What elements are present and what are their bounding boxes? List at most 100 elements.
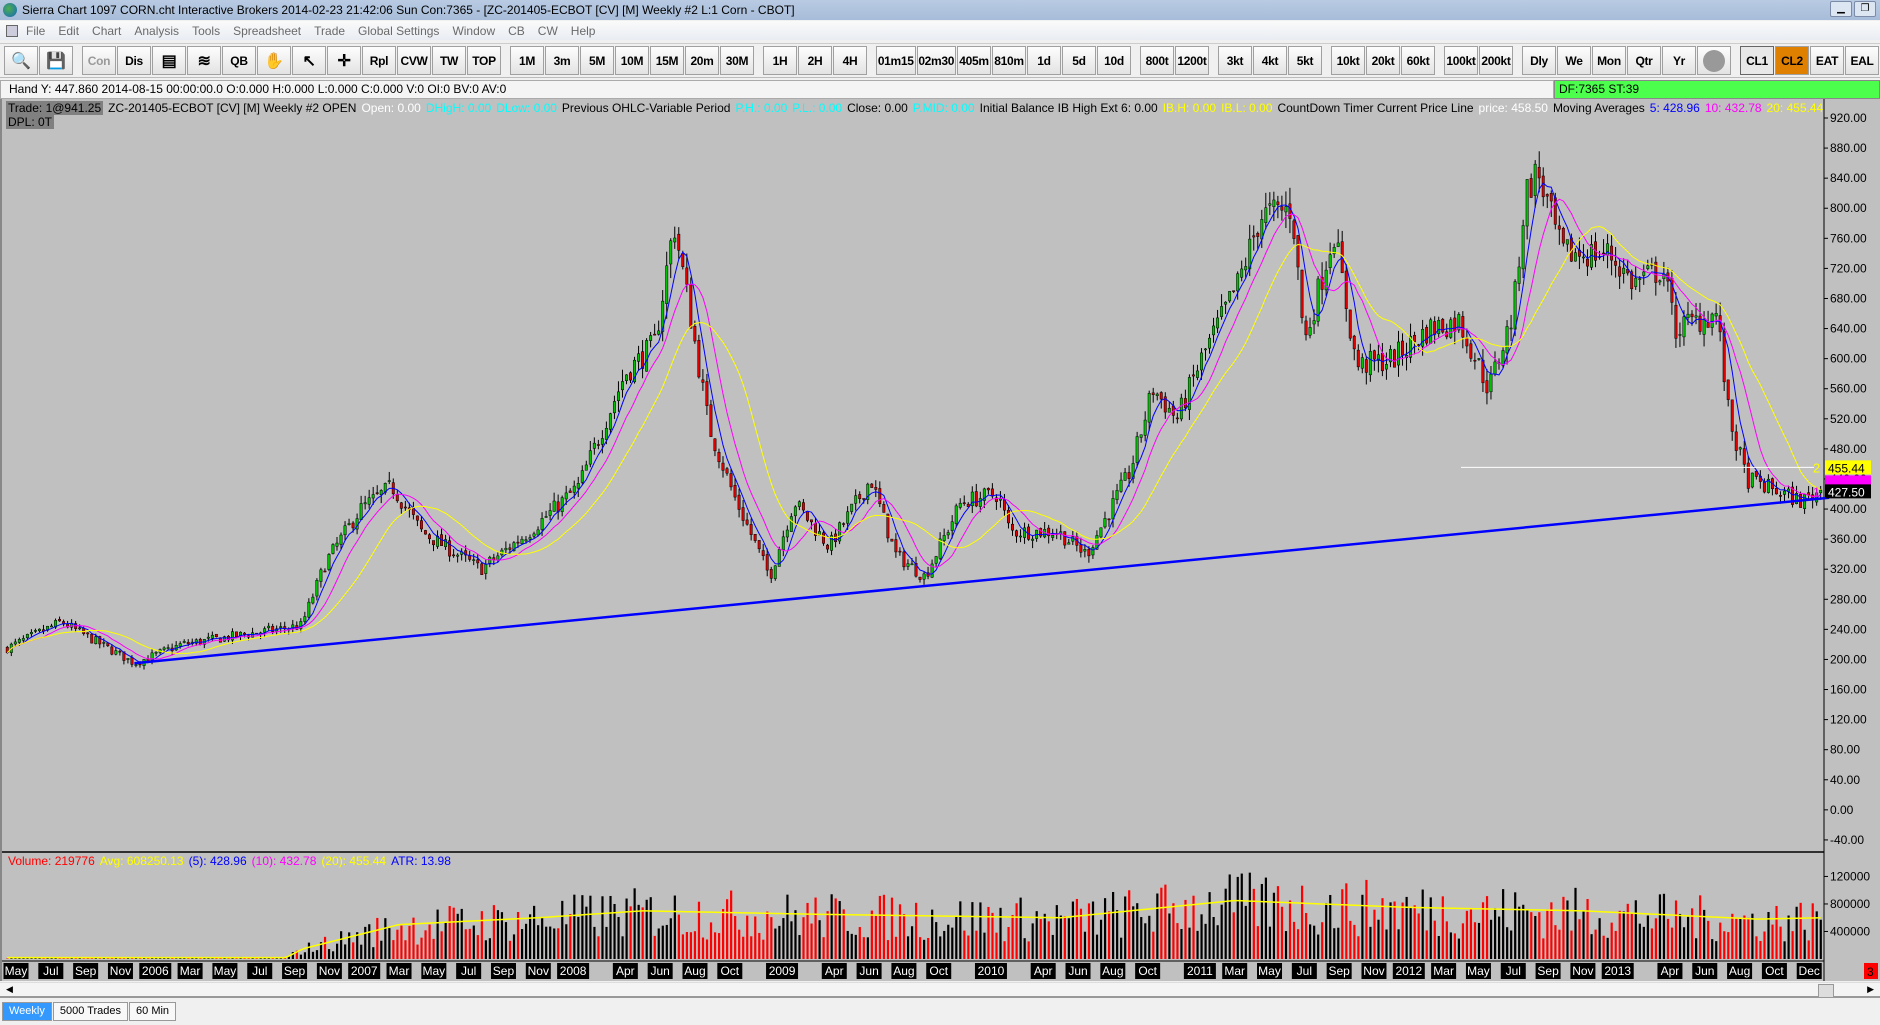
price-tick-label: 600.00	[1830, 352, 1867, 366]
restore-button[interactable]: ❐	[1854, 1, 1876, 17]
toolbar-button-cl1[interactable]: CL1	[1740, 46, 1774, 75]
toolbar-button-10kt[interactable]: 10kt	[1331, 46, 1365, 75]
toolbar-button-3kt[interactable]: 3kt	[1218, 46, 1252, 75]
toolbar-button-4kt[interactable]: 4kt	[1253, 46, 1287, 75]
price-chart-svg[interactable]: 920.00 880.00 840.00 800.00 760.00 720.00 680.…	[2, 99, 1880, 981]
studies-button[interactable]: ≋	[187, 46, 221, 75]
toolbar-button-10m[interactable]: 10M	[615, 46, 649, 75]
candle-up	[1067, 542, 1071, 545]
toolbar-button-10d[interactable]: 10d	[1097, 46, 1131, 75]
volume-bar	[774, 928, 777, 959]
candle-down	[1561, 228, 1565, 244]
chart-window-icon[interactable]	[6, 24, 18, 37]
toolbar-button-1h[interactable]: 1H	[763, 46, 797, 75]
toolbar-button-eal[interactable]: EAL	[1845, 46, 1879, 75]
toolbar-button-dis[interactable]: Dis	[117, 46, 151, 75]
menu-edit[interactable]: Edit	[58, 24, 79, 38]
candle-up	[576, 483, 580, 489]
toolbar-button-we[interactable]: We	[1557, 46, 1591, 75]
candle-up	[1240, 268, 1244, 278]
save-button[interactable]: 💾	[39, 46, 73, 75]
toolbar-button-tw[interactable]: TW	[432, 46, 466, 75]
toolbar-button-4h[interactable]: 4H	[833, 46, 867, 75]
toolbar-button-800t[interactable]: 800t	[1140, 46, 1174, 75]
menu-analysis[interactable]: Analysis	[134, 24, 179, 38]
toolbar-button-top[interactable]: TOP	[467, 46, 501, 75]
menu-tools[interactable]: Tools	[192, 24, 220, 38]
menu-trade[interactable]: Trade	[314, 24, 345, 38]
menu-help[interactable]: Help	[571, 24, 596, 38]
toolbar-button-mon[interactable]: Mon	[1592, 46, 1626, 75]
toolbar-button-1d[interactable]: 1d	[1027, 46, 1061, 75]
tab-60-min[interactable]: 60 Min	[129, 1002, 177, 1021]
circle-tool-button[interactable]	[1697, 46, 1731, 75]
tab-5000-trades[interactable]: 5000 Trades	[52, 1002, 129, 1021]
candle-down	[448, 540, 452, 557]
toolbar-button-60kt[interactable]: 60kt	[1401, 46, 1435, 75]
toolbar-button-1200t[interactable]: 1200t	[1175, 46, 1209, 75]
toolbar-button-dly[interactable]: Dly	[1522, 46, 1556, 75]
menu-global-settings[interactable]: Global Settings	[358, 24, 439, 38]
toolbar-button-2h[interactable]: 2H	[798, 46, 832, 75]
volume-bar	[416, 944, 419, 959]
volume-bar	[661, 925, 664, 959]
toolbar-button-eat[interactable]: EAT	[1810, 46, 1844, 75]
volume-bar	[919, 937, 922, 959]
toolbar-button-con[interactable]: Con	[82, 46, 116, 75]
volume-bar	[1425, 930, 1428, 959]
volume-bar	[1196, 930, 1199, 959]
toolbar-button-cvw[interactable]: CVW	[397, 46, 431, 75]
date-label: Nov	[1363, 964, 1384, 978]
toolbar-button-3m[interactable]: 3m	[545, 46, 579, 75]
menu-chart[interactable]: Chart	[92, 24, 121, 38]
toolbar-button-rpl[interactable]: Rpl	[362, 46, 396, 75]
chart-tabs: Weekly 5000 Trades 60 Min	[2, 1002, 177, 1021]
scroll-thumb[interactable]	[1818, 984, 1834, 998]
toolbar-button-cl2[interactable]: CL2	[1775, 46, 1809, 75]
scroll-left-icon[interactable]: ◀	[6, 984, 13, 995]
chart-search-button[interactable]: 🔍	[4, 46, 38, 75]
toolbar-button-20kt[interactable]: 20kt	[1366, 46, 1400, 75]
toolbar-button-02m30[interactable]: 02m30	[916, 46, 956, 75]
volume-bar	[1305, 912, 1308, 959]
toolbar-button-100kt[interactable]: 100kt	[1444, 46, 1478, 75]
menu-spreadsheet[interactable]: Spreadsheet	[233, 24, 301, 38]
scroll-right-icon[interactable]: ▶	[1867, 984, 1874, 995]
toolbar-button-5d[interactable]: 5d	[1062, 46, 1096, 75]
volume-study-line: Volume: 219776 Avg: 608250.13 (5): 428.96 (…	[8, 854, 456, 868]
menu-cw[interactable]: CW	[538, 24, 558, 38]
menu-file[interactable]: File	[26, 24, 45, 38]
date-label: Apr	[616, 964, 635, 978]
horizontal-scrollbar[interactable]: ◀ ▶	[0, 982, 1880, 998]
candle-up	[1678, 334, 1682, 336]
candle-up	[564, 492, 568, 500]
candle-down	[1461, 316, 1465, 338]
toolbar-button-01m15[interactable]: 01m15	[876, 46, 916, 75]
tab-weekly[interactable]: Weekly	[2, 1002, 52, 1021]
volume-bar	[1445, 921, 1448, 959]
volume-bar	[504, 922, 508, 959]
chart-area[interactable]: Trade: 1@941.25 ZC-201405-ECBOT [CV] [M] …	[0, 99, 1880, 981]
candle-up	[942, 535, 946, 541]
toolbar-button-5m[interactable]: 5M	[580, 46, 614, 75]
toolbar-button-810m[interactable]: 810m	[992, 46, 1026, 75]
toolbar-button-qtr[interactable]: Qtr	[1627, 46, 1661, 75]
hand-tool-button[interactable]: ✋	[257, 46, 291, 75]
volume-bar	[1244, 905, 1247, 959]
price-tick-label: 880.00	[1830, 141, 1867, 155]
menu-cb[interactable]: CB	[508, 24, 525, 38]
toolbar-button-yr[interactable]: Yr	[1662, 46, 1696, 75]
toolbar-button-15m[interactable]: 15M	[650, 46, 684, 75]
crosshair-tool-button[interactable]: ✛	[327, 46, 361, 75]
toolbar-button-30m[interactable]: 30M	[720, 46, 754, 75]
toolbar-button-20m[interactable]: 20m	[685, 46, 719, 75]
minimize-button[interactable]: ▁	[1830, 1, 1852, 17]
pointer-tool-button[interactable]: ↖	[292, 46, 326, 75]
toolbar-button-5kt[interactable]: 5kt	[1288, 46, 1322, 75]
toolbar-button-qb[interactable]: QB	[222, 46, 256, 75]
toolbar-button-200kt[interactable]: 200kt	[1479, 46, 1513, 75]
chart-settings-button[interactable]: ▤	[152, 46, 186, 75]
toolbar-button-1m[interactable]: 1M	[510, 46, 544, 75]
toolbar-button-405m[interactable]: 405m	[957, 46, 991, 75]
menu-window[interactable]: Window	[452, 24, 495, 38]
